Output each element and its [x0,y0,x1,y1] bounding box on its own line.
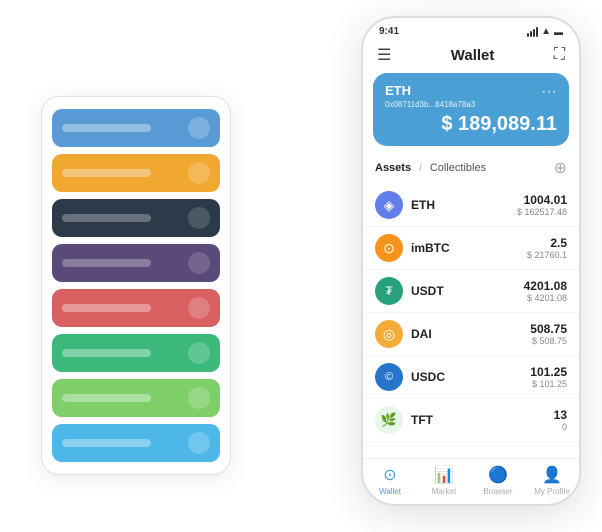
signal-icon [527,27,538,37]
list-item[interactable] [52,109,220,147]
browser-nav-icon: 🔵 [488,465,508,485]
usdc-icon: © [375,363,403,391]
asset-amount: 1004.01 [517,193,567,207]
table-row[interactable]: ⊙ imBTC 2.5 $ 21760.1 [363,227,579,270]
tab-collectibles[interactable]: Collectibles [430,162,486,174]
list-item[interactable] [52,379,220,417]
imbtc-icon: ⊙ [375,234,403,262]
assets-header: Assets / Collectibles ⊕ [363,154,579,184]
profile-nav-icon: 👤 [542,465,562,485]
page-title: Wallet [451,47,495,64]
asset-usd: 0 [554,422,567,432]
asset-name: USDT [411,284,524,298]
phone-mockup: 9:41 ▲ ▬ ☰ Wallet ⛶ ··· ETH 0x08711d3b.. [361,16,581,506]
table-row[interactable]: ◈ ETH 1004.01 $ 162517.48 [363,184,579,227]
wifi-icon: ▲ [541,26,551,37]
asset-amount: 508.75 [530,322,567,336]
usdt-icon: ₮ [375,277,403,305]
asset-amounts: 1004.01 $ 162517.48 [517,193,567,217]
asset-amount: 101.25 [530,365,567,379]
eth-card-menu-icon[interactable]: ··· [541,83,557,101]
asset-name: imBTC [411,241,527,255]
wallet-nav-label: Wallet [379,487,401,496]
market-nav-label: Market [432,487,456,496]
asset-amounts: 101.25 $ 101.25 [530,365,567,389]
list-item[interactable] [52,199,220,237]
asset-amounts: 2.5 $ 21760.1 [527,236,567,260]
market-nav-icon: 📊 [434,465,454,485]
nav-item-wallet[interactable]: ⊙ Wallet [363,465,417,496]
asset-amounts: 13 0 [554,408,567,432]
nav-item-market[interactable]: 📊 Market [417,465,471,496]
phone-header: ☰ Wallet ⛶ [363,41,579,73]
nav-item-browser[interactable]: 🔵 Browser [471,465,525,496]
list-item[interactable] [52,289,220,327]
bottom-nav: ⊙ Wallet 📊 Market 🔵 Browser 👤 My Profile [363,458,579,504]
dai-icon: ◎ [375,320,403,348]
asset-name: ETH [411,198,517,212]
asset-amounts: 4201.08 $ 4201.08 [524,279,567,303]
menu-icon[interactable]: ☰ [377,45,391,65]
asset-amount: 4201.08 [524,279,567,293]
eth-card-amount: $ 189,089.11 [385,113,557,136]
list-item[interactable] [52,244,220,282]
asset-usd: $ 4201.08 [524,293,567,303]
add-asset-icon[interactable]: ⊕ [554,158,567,178]
card-stack [41,96,231,475]
battery-icon: ▬ [554,27,563,37]
asset-amount: 2.5 [527,236,567,250]
table-row[interactable]: © USDC 101.25 $ 101.25 [363,356,579,399]
asset-name: DAI [411,327,530,341]
table-row[interactable]: ◎ DAI 508.75 $ 508.75 [363,313,579,356]
browser-nav-label: Browser [483,487,512,496]
asset-list: ◈ ETH 1004.01 $ 162517.48 ⊙ imBTC 2.5 $ … [363,184,579,458]
eth-card-address: 0x08711d3b...8418a78a3 [385,100,557,109]
assets-tabs: Assets / Collectibles [375,162,486,174]
asset-usd: $ 162517.48 [517,207,567,217]
list-item[interactable] [52,334,220,372]
tft-icon: 🌿 [375,406,403,434]
asset-usd: $ 21760.1 [527,250,567,260]
time-display: 9:41 [379,26,399,37]
wallet-nav-icon: ⊙ [383,465,396,485]
status-icons: ▲ ▬ [527,26,563,37]
asset-amounts: 508.75 $ 508.75 [530,322,567,346]
eth-icon: ◈ [375,191,403,219]
profile-nav-label: My Profile [534,487,570,496]
tab-assets[interactable]: Assets [375,162,411,174]
asset-usd: $ 101.25 [530,379,567,389]
list-item[interactable] [52,424,220,462]
asset-usd: $ 508.75 [530,336,567,346]
table-row[interactable]: ₮ USDT 4201.08 $ 4201.08 [363,270,579,313]
asset-name: USDC [411,370,530,384]
eth-card[interactable]: ··· ETH 0x08711d3b...8418a78a3 $ 189,089… [373,73,569,146]
status-bar: 9:41 ▲ ▬ [363,18,579,41]
scene: 9:41 ▲ ▬ ☰ Wallet ⛶ ··· ETH 0x08711d3b.. [21,16,581,516]
asset-name: TFT [411,413,554,427]
scan-icon[interactable]: ⛶ [554,46,565,64]
nav-item-profile[interactable]: 👤 My Profile [525,465,579,496]
eth-card-title: ETH [385,83,557,98]
asset-amount: 13 [554,408,567,422]
list-item[interactable] [52,154,220,192]
tab-separator: / [419,163,422,174]
table-row[interactable]: 🌿 TFT 13 0 [363,399,579,442]
